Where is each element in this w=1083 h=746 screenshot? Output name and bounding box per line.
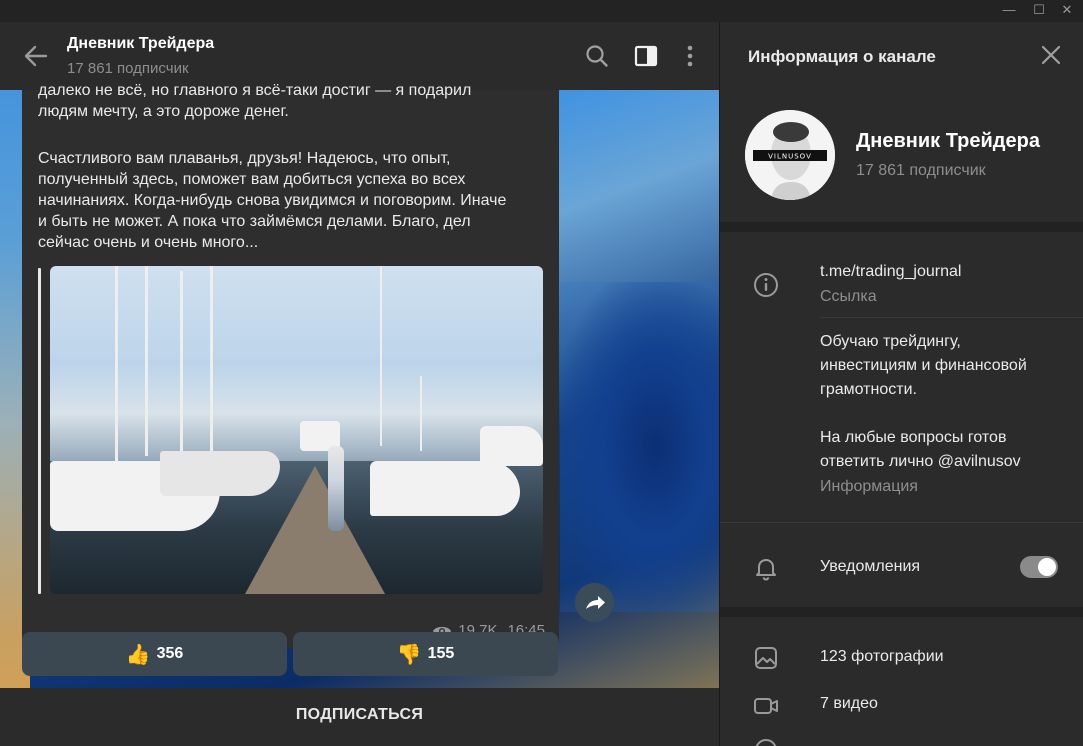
message-text-paragraph-1: людям мечту, а это дороже денег.: [38, 103, 289, 120]
media-photos[interactable]: 123 фотографии: [820, 645, 1070, 669]
mast: [210, 266, 213, 451]
boat: [160, 451, 280, 496]
boat: [480, 426, 543, 466]
chat-title[interactable]: Дневник Трейдера: [67, 35, 214, 53]
message-photo[interactable]: [50, 266, 543, 594]
toggle-knob: [1038, 558, 1056, 576]
minimize-button[interactable]: —: [995, 0, 1023, 22]
sidebar-toggle-icon[interactable]: [633, 42, 659, 70]
chat-subscriber-count: 17 861 подписчик: [67, 60, 189, 77]
mast: [115, 266, 118, 466]
reaction-thumbs-up[interactable]: 👍 356: [22, 632, 287, 676]
panel-title: Информация о канале: [748, 47, 936, 66]
info-icon: [754, 273, 778, 297]
channel-subscriber-count: 17 861 подписчик: [856, 162, 986, 179]
channel-description: Обучаю трейдингу, инвестициям и финансов…: [820, 333, 1027, 470]
thumbs-up-icon: 👍: [125, 643, 151, 666]
window-titlebar: — ☐ ✕: [0, 0, 1083, 22]
boat: [370, 461, 520, 516]
bell-icon: [756, 559, 776, 581]
channel-link[interactable]: t.me/trading_journal: [820, 260, 1070, 284]
mast: [145, 266, 148, 456]
back-arrow-icon[interactable]: [22, 42, 50, 70]
maximize-button[interactable]: ☐: [1025, 0, 1053, 22]
mast: [380, 266, 382, 446]
message-text-cut: далеко не всё, но главного я всё-таки до…: [38, 82, 472, 99]
section-separator: [720, 607, 1083, 617]
person: [328, 446, 344, 531]
reaction-count: 356: [156, 645, 184, 662]
channel-description-label: Информация: [820, 478, 918, 495]
message-bubble: далеко не всё, но главного я всё-таки до…: [22, 82, 559, 648]
media-videos[interactable]: 7 видео: [820, 692, 1070, 716]
mast: [420, 376, 422, 451]
chat-area: Дневник Трейдера 17 861 подписчик далеко…: [0, 22, 719, 746]
photo-icon: [755, 647, 777, 669]
file-icon: [755, 739, 777, 746]
reaction-thumbs-down[interactable]: 👎 155: [293, 632, 558, 676]
mast: [180, 271, 183, 451]
message-text-paragraph-2: Счастливого вам плаванья, друзья! Надеюс…: [38, 150, 507, 251]
webpage-preview-bar: [38, 268, 41, 594]
channel-link-label: Ссылка: [820, 288, 877, 305]
share-icon[interactable]: [575, 583, 614, 622]
video-icon: [754, 698, 778, 714]
chat-wallpaper-blob: [560, 282, 719, 612]
more-menu-icon[interactable]: [677, 42, 703, 70]
window-close-button[interactable]: ✕: [1053, 0, 1081, 22]
reaction-count: 155: [427, 645, 455, 662]
subscribe-button[interactable]: ПОДПИСАТЬСЯ: [0, 706, 719, 724]
section-separator: [720, 222, 1083, 232]
subscribe-bar: ПОДПИСАТЬСЯ: [0, 688, 719, 746]
notifications-toggle[interactable]: [1020, 556, 1058, 578]
close-icon[interactable]: [1040, 44, 1062, 66]
thumbs-down-icon: 👎: [396, 643, 422, 666]
channel-avatar[interactable]: VILNUSOV: [745, 110, 835, 200]
divider: [820, 317, 1083, 318]
avatar-text: VILNUSOV: [768, 153, 812, 161]
channel-info-panel: Информация о канале VILNUSOV Дневник Тре…: [719, 22, 1083, 746]
search-icon[interactable]: [584, 42, 610, 70]
channel-name: Дневник Трейдера: [856, 130, 1040, 152]
divider: [720, 522, 1083, 523]
